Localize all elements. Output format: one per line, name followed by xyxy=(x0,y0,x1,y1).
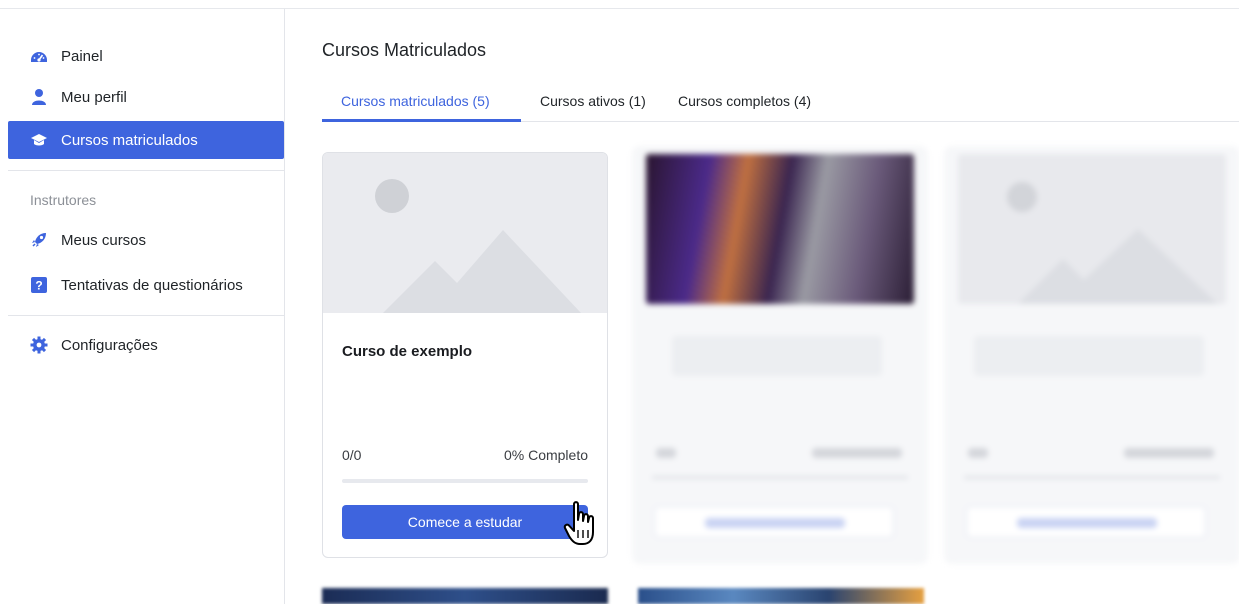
rocket-icon xyxy=(30,231,48,249)
blurred-count xyxy=(656,448,676,458)
progress-count: 0/0 xyxy=(342,447,362,463)
course-title: Curso de exemplo xyxy=(342,343,473,360)
sidebar: Painel Meu perfil Cursos matriculados In… xyxy=(0,9,285,604)
course-thumbnail-placeholder xyxy=(323,153,607,313)
hand-pointer-cursor-icon xyxy=(563,501,594,545)
tab-cursos-completos[interactable]: Cursos completos (4) xyxy=(678,93,811,109)
sidebar-item-label: Cursos matriculados xyxy=(61,131,198,149)
progress-bar xyxy=(342,479,588,483)
course-card-blurred[interactable] xyxy=(632,146,928,564)
image-placeholder-icon xyxy=(323,153,607,313)
sidebar-item-label: Tentativas de questionários xyxy=(61,276,243,294)
sidebar-item-painel[interactable]: Painel xyxy=(8,37,284,75)
sidebar-item-label: Configurações xyxy=(61,336,158,354)
start-studying-button[interactable]: Comece a estudar xyxy=(342,505,588,539)
user-icon xyxy=(30,88,48,106)
course-tabs: Cursos matriculados (5) Cursos ativos (1… xyxy=(322,80,1239,122)
sidebar-item-tentativas-questionarios[interactable]: ? Tentativas de questionários xyxy=(8,266,284,304)
sidebar-item-meus-cursos[interactable]: Meus cursos xyxy=(8,221,284,259)
tab-cursos-ativos[interactable]: Cursos ativos (1) xyxy=(540,93,646,109)
section-label-instrutores: Instrutores xyxy=(30,192,97,208)
question-icon: ? xyxy=(30,276,48,294)
course-card[interactable]: Curso de exemplo 0/0 0% Completo Comece … xyxy=(322,152,608,558)
sidebar-item-label: Painel xyxy=(61,47,103,65)
blurred-button xyxy=(654,506,894,538)
graduation-cap-icon xyxy=(30,131,48,149)
dashboard-icon xyxy=(30,47,48,65)
blurred-button xyxy=(966,506,1206,538)
svg-text:?: ? xyxy=(35,279,42,293)
course-card-peek xyxy=(638,588,924,604)
course-thumbnail-blurred xyxy=(646,154,914,304)
main-content: Cursos Matriculados Cursos matriculados … xyxy=(322,0,1239,604)
blurred-percent xyxy=(1124,448,1214,458)
sidebar-item-cursos-matriculados[interactable]: Cursos matriculados xyxy=(8,121,284,159)
blurred-progress xyxy=(652,476,908,479)
sidebar-item-label: Meus cursos xyxy=(61,231,147,249)
course-thumbnail-blurred xyxy=(958,154,1226,304)
blurred-progress xyxy=(964,476,1220,479)
blurred-percent xyxy=(812,448,902,458)
sidebar-item-configuracoes[interactable]: Configurações xyxy=(8,326,284,364)
course-card-peek xyxy=(322,588,608,604)
gear-icon xyxy=(30,336,48,354)
active-tab-indicator xyxy=(322,119,521,122)
sidebar-item-meu-perfil[interactable]: Meu perfil xyxy=(8,78,284,116)
progress-percent: 0% Completo xyxy=(503,447,588,463)
sidebar-divider xyxy=(8,170,284,171)
blurred-title xyxy=(974,336,1204,376)
blurred-count xyxy=(968,448,988,458)
course-card-blurred[interactable] xyxy=(944,146,1239,564)
blurred-title xyxy=(672,336,882,376)
page-title: Cursos Matriculados xyxy=(322,40,487,60)
tab-cursos-matriculados[interactable]: Cursos matriculados (5) xyxy=(341,93,490,109)
sidebar-divider xyxy=(8,315,284,316)
sidebar-item-label: Meu perfil xyxy=(61,88,127,106)
